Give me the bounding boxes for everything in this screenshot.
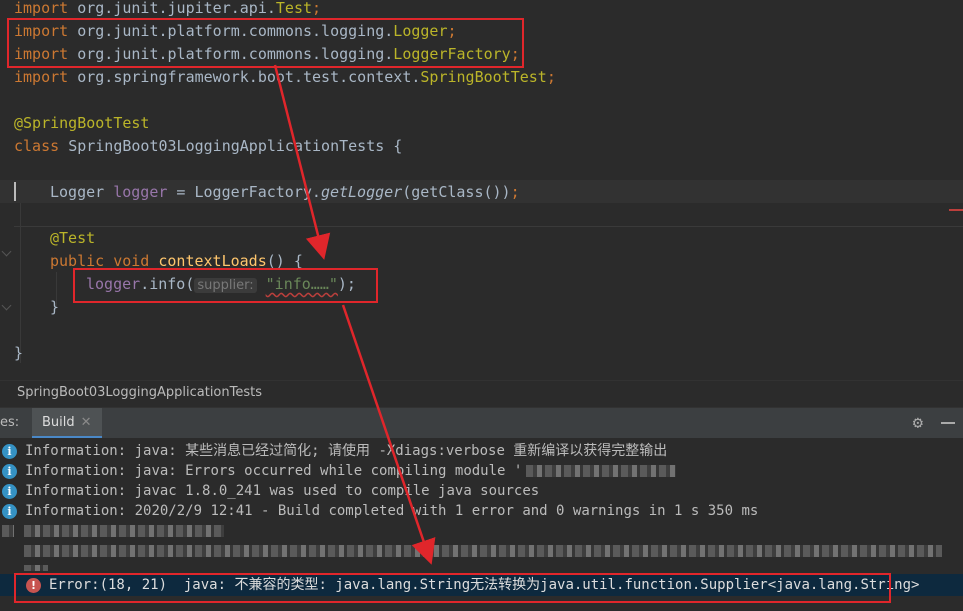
gear-icon[interactable]: ⚙: [913, 413, 923, 433]
build-message[interactable]: i Information: java: Errors occurred whi…: [2, 461, 677, 481]
tool-window-header: es: Build ✕ ⚙: [0, 407, 963, 438]
redacted-icon: [2, 525, 14, 537]
tab-build-label: Build: [42, 414, 75, 430]
close-icon[interactable]: ✕: [81, 415, 92, 430]
text-caret: [14, 182, 16, 201]
info-icon: i: [2, 483, 17, 499]
redacted-row: [2, 521, 224, 541]
info-icon: i: [2, 503, 17, 519]
tool-window-title: es:: [0, 415, 20, 430]
code-line-test-annotation: @Test: [50, 229, 96, 247]
breadcrumb[interactable]: SpringBoot03LoggingApplicationTests: [17, 385, 262, 400]
fold-marker-icon[interactable]: [1, 300, 12, 311]
info-icon: i: [2, 463, 17, 479]
method-separator: [14, 226, 963, 227]
redacted-text: [24, 545, 942, 557]
code-line-class-declaration: class SpringBoot03LoggingApplicationTest…: [14, 137, 403, 155]
redacted-row: [2, 541, 942, 561]
minimize-icon[interactable]: [941, 422, 955, 424]
error-stripe-mark[interactable]: [949, 209, 963, 211]
redacted-path: [24, 525, 224, 537]
code-line-class-close: }: [14, 344, 24, 362]
indent-guide: [20, 203, 21, 363]
code-line-import-test: import org.junit.jupiter.api.Test;: [14, 0, 322, 17]
build-message[interactable]: i Information: javac 1.8.0_241 was used …: [2, 481, 539, 501]
build-message[interactable]: i Information: 2020/2/9 12:41 - Build co…: [2, 501, 758, 521]
redacted-text: [24, 565, 48, 571]
fold-marker-icon[interactable]: [1, 246, 12, 257]
annotation-box-imports: [7, 18, 524, 68]
build-message[interactable]: i Information: java: 某些消息已经过简化; 请使用 -Xdi…: [2, 441, 667, 461]
redacted-module-name: [526, 465, 677, 477]
code-line-import-springboottest: import org.springframework.boot.test.con…: [14, 68, 556, 86]
annotation-box-error: [14, 573, 891, 603]
info-icon: i: [2, 443, 17, 459]
code-line-method-close: }: [50, 298, 60, 316]
code-line-logger-field: Logger logger = LoggerFactory.getLogger(…: [50, 183, 520, 201]
annotation-box-info-call: [73, 268, 378, 303]
breadcrumb-bar: SpringBoot03LoggingApplicationTests: [0, 380, 963, 407]
code-line-class-annotation: @SpringBootTest: [14, 114, 150, 132]
tab-build[interactable]: Build ✕: [32, 408, 102, 438]
